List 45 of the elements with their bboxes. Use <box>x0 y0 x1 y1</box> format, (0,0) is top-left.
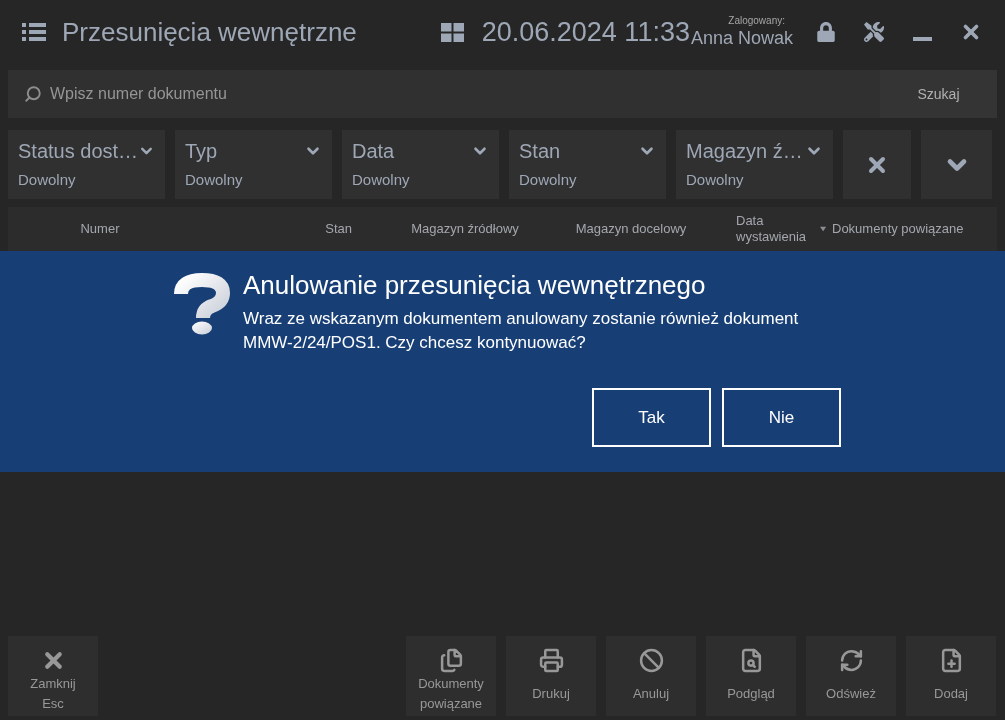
lock-button[interactable] <box>816 22 836 42</box>
filter-dropdown[interactable]: Data Dowolny <box>342 130 499 199</box>
date-time: 20.06.2024 11:33 <box>481 16 690 48</box>
filter-dropdown[interactable]: Status dost… Dowolny <box>8 130 165 199</box>
dialog-title: Anulowanie przesunięcia wewnętrznego <box>243 269 707 301</box>
filter-dropdown[interactable]: Stan Dowolny <box>509 130 666 199</box>
dialog-button[interactable]: Tak <box>592 388 711 447</box>
toolbar-button[interactable]: Drukuj <box>506 636 596 716</box>
search-button[interactable]: Szukaj <box>880 70 997 118</box>
dialog-message: Wraz ze wskazanym dokumentem anulowany zostanie również dokument MMW-2/24/POS1. Czy chcesz kontynuować? <box>243 308 800 354</box>
refresh-icon <box>838 648 864 673</box>
dialog-button[interactable]: Nie <box>722 388 841 447</box>
column-header[interactable]: Magazyn docelowy <box>575 221 687 237</box>
toolbar-button[interactable]: Odśwież <box>806 636 896 716</box>
question-mark-icon <box>172 273 232 335</box>
toolbar-button[interactable]: Dodaj <box>906 636 996 716</box>
expand-filters-button[interactable] <box>921 130 992 199</box>
sort-descending-icon <box>819 226 826 232</box>
logged-in-caption: Zalogowany: <box>728 15 786 27</box>
column-header[interactable]: Dokumenty powiązane <box>832 221 964 237</box>
lock-icon <box>816 22 836 42</box>
printer-icon <box>538 648 564 673</box>
search-field[interactable]: Wpisz numer dokumentu <box>8 70 880 118</box>
search-icon <box>24 85 42 103</box>
prohibited-icon <box>638 648 664 673</box>
tiles-button[interactable] <box>440 22 464 42</box>
user-name: Anna Nowak <box>690 27 793 49</box>
clear-filters-button[interactable] <box>843 130 911 199</box>
column-header[interactable]: Data wystawienia <box>736 213 826 245</box>
filter-dropdown[interactable]: Magazyn ź… Dowolny <box>676 130 833 199</box>
filter-dropdown[interactable]: Typ Dowolny <box>175 130 332 199</box>
toolbar-button[interactable]: Anuluj <box>606 636 696 716</box>
column-header[interactable]: Stan <box>325 221 352 237</box>
column-header[interactable]: Numer <box>80 221 120 237</box>
menu-icon <box>22 23 46 41</box>
toolbar-button[interactable]: Dokumenty powiązane <box>406 636 496 716</box>
menu-button[interactable] <box>22 23 46 41</box>
window-title: Przesunięcia wewnętrzne <box>62 16 357 48</box>
toolbar-button[interactable]: Podgląd <box>706 636 796 716</box>
documents-icon <box>438 648 464 673</box>
column-header[interactable]: Magazyn źródłowy <box>411 221 519 237</box>
grid-icon <box>440 22 464 42</box>
tools-button[interactable] <box>864 22 884 42</box>
toolbar-button[interactable]: Zamknij Esc <box>8 636 98 716</box>
tools-icon <box>864 22 884 42</box>
